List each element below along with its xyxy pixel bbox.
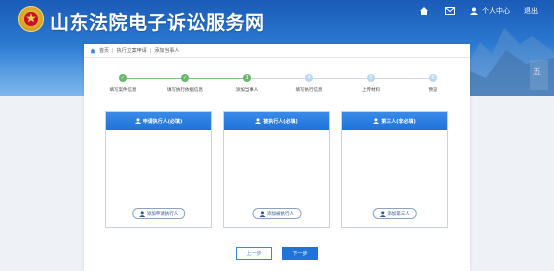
top-right-nav: 个人中心 退出 xyxy=(418,5,538,17)
court-emblem-icon xyxy=(18,6,44,32)
person-icon xyxy=(134,118,141,124)
site-title: 山东法院电子诉讼服务网 xyxy=(50,12,265,34)
breadcrumb: 首页 | 执行立案申请 | 添加当事人 xyxy=(84,44,470,58)
breadcrumb-item-current: 添加当事人 xyxy=(154,48,180,54)
add-button-label: 添加申请执行人 xyxy=(146,211,179,217)
step-4: 4 填写执行信息 xyxy=(279,74,339,93)
panel-title: 第三人(非必填) xyxy=(381,118,416,125)
step-6: 6 预览 xyxy=(403,74,463,93)
applicant-panel: 申请执行人(必填) 添加申请执行人 xyxy=(105,111,212,228)
main-card: 首页 | 执行立案申请 | 添加当事人 ✓ 填写案件信息 ✓ 填写执行依据信息 … xyxy=(84,44,470,271)
step-1: ✓ 填写案件信息 xyxy=(93,74,153,93)
panel-title: 被执行人(必填) xyxy=(263,118,298,125)
step-label: 填写执行信息 xyxy=(295,88,323,93)
step-number-icon: 4 xyxy=(305,74,313,82)
next-step-button[interactable]: 下一步 xyxy=(282,247,318,260)
current-step-icon: 3 xyxy=(243,74,251,82)
add-applicant-button[interactable]: 添加申请执行人 xyxy=(131,208,186,219)
svg-text:五: 五 xyxy=(533,67,541,76)
step-3: 3 添加当事人 xyxy=(217,74,277,93)
step-label: 添加当事人 xyxy=(235,88,259,93)
check-icon: ✓ xyxy=(119,74,127,82)
third-party-panel: 第三人(非必填) 添加第三人 xyxy=(341,111,448,228)
add-person-icon xyxy=(379,210,386,217)
breadcrumb-item-home[interactable]: 首页 xyxy=(99,47,109,54)
message-icon[interactable] xyxy=(444,5,456,17)
prev-step-button[interactable]: 上一步 xyxy=(236,247,272,260)
user-center-label: 个人中心 xyxy=(482,7,510,15)
panel-header: 第三人(非必填) xyxy=(342,112,447,130)
panel-header: 申请执行人(必填) xyxy=(106,112,211,130)
add-respondent-button[interactable]: 添加被执行人 xyxy=(252,208,301,219)
step-5: 5 上传材料 xyxy=(341,74,401,93)
check-icon: ✓ xyxy=(181,74,189,82)
add-button-label: 添加被执行人 xyxy=(267,211,294,217)
home-icon[interactable] xyxy=(90,48,96,54)
progress-steps: ✓ 填写案件信息 ✓ 填写执行依据信息 3 添加当事人 4 填写执行信息 5 上… xyxy=(84,74,470,104)
step-label: 上传材料 xyxy=(362,88,380,93)
breadcrumb-item-apply[interactable]: 执行立案申请 xyxy=(117,47,147,54)
person-icon xyxy=(373,118,380,124)
respondent-panel: 被执行人(必填) 添加被执行人 xyxy=(223,111,330,228)
person-icon xyxy=(255,118,262,124)
panel-title: 申请执行人(必填) xyxy=(142,118,183,125)
step-2: ✓ 填写执行依据信息 xyxy=(155,74,215,93)
add-third-party-button[interactable]: 添加第三人 xyxy=(372,208,417,219)
breadcrumb-separator: | xyxy=(112,47,114,54)
breadcrumb-separator: | xyxy=(149,47,152,54)
add-button-label: 添加第三人 xyxy=(387,211,410,217)
home-icon[interactable] xyxy=(418,5,430,17)
user-icon xyxy=(470,7,478,15)
step-label: 填写执行依据信息 xyxy=(167,88,203,93)
add-person-icon xyxy=(259,210,265,217)
step-label: 填写案件信息 xyxy=(109,88,137,93)
logout-link[interactable]: 退出 xyxy=(524,6,538,16)
user-center-link[interactable]: 个人中心 xyxy=(470,6,510,16)
step-number-icon: 6 xyxy=(429,74,437,82)
step-label: 预览 xyxy=(428,88,438,93)
add-person-icon xyxy=(138,210,145,217)
step-number-icon: 5 xyxy=(367,74,375,82)
panel-header: 被执行人(必填) xyxy=(224,112,329,130)
